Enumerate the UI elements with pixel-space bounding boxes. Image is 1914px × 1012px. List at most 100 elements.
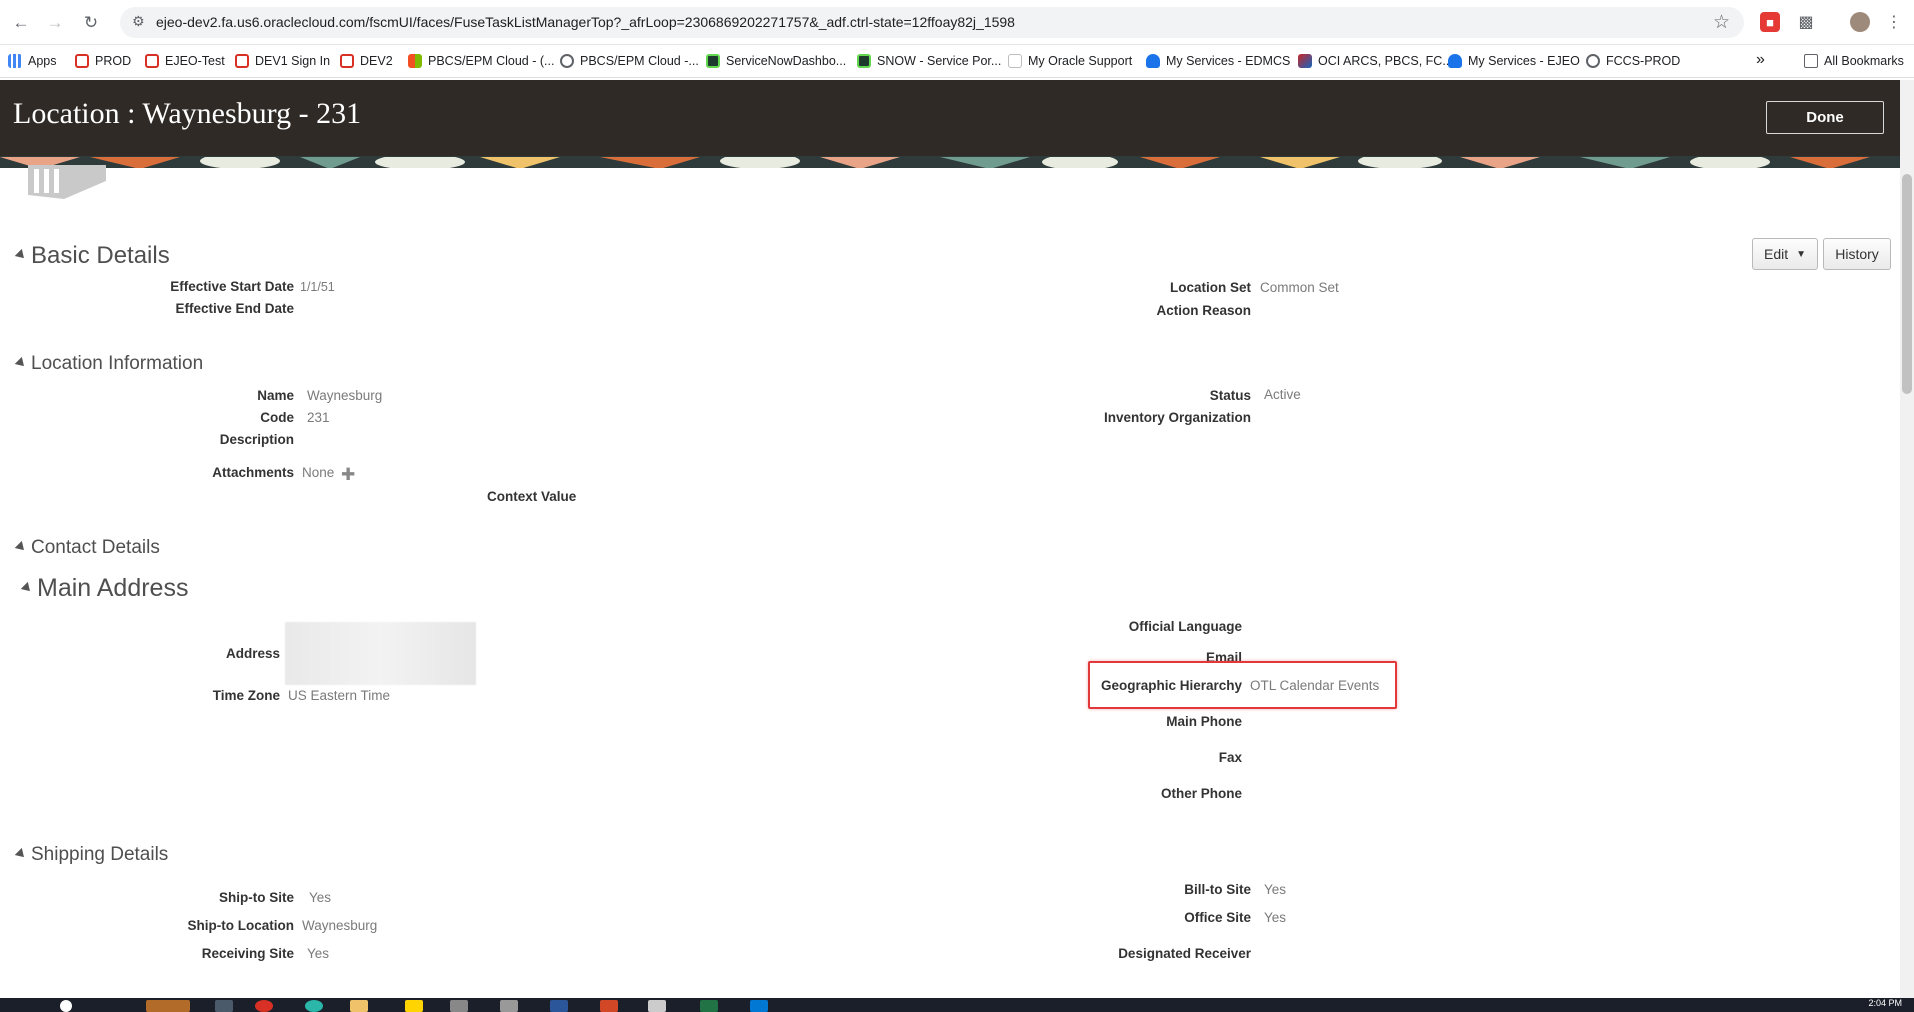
folder-icon[interactable] (350, 1000, 368, 1012)
section-contact-details[interactable]: Contact Details (14, 537, 160, 559)
chrome-icon[interactable] (255, 1000, 273, 1012)
section-main-address[interactable]: Main Address (20, 574, 188, 603)
page-scrollbar[interactable] (1900, 80, 1914, 998)
section-location-information[interactable]: Location Information (14, 353, 203, 375)
apps-grid-icon (8, 54, 22, 68)
collapse-triangle-icon[interactable] (14, 248, 28, 262)
effective-start-date-label: Effective Start Date (170, 279, 294, 294)
collapse-triangle-icon[interactable] (14, 847, 28, 861)
bookmark-label: All Bookmarks (1824, 54, 1904, 68)
bookmark-servicenow-dashboard[interactable]: ServiceNowDashbo... (706, 54, 846, 68)
edit-button[interactable]: Edit ▼ (1752, 238, 1818, 270)
more-bookmarks-chevron[interactable]: » (1756, 51, 1765, 69)
folder-icon (1804, 54, 1818, 68)
extensions-puzzle-icon[interactable]: ▩ (1796, 12, 1816, 32)
address-label: Address (225, 646, 280, 661)
section-basic-details[interactable]: Basic Details (14, 242, 170, 270)
oracle-icon (235, 54, 249, 68)
time-zone-label: Time Zone (212, 688, 280, 703)
ship-to-location-value: Waynesburg (302, 918, 378, 933)
bookmark-oci-arcs[interactable]: OCI ARCS, PBCS, FC... (1298, 54, 1453, 68)
word-icon[interactable] (550, 1000, 568, 1012)
office-site-value: Yes (1264, 910, 1287, 925)
add-attachment-plus-icon[interactable]: ✚ (341, 465, 355, 485)
powerpoint-icon[interactable] (600, 1000, 618, 1012)
url-text[interactable]: ejeo-dev2.fa.us6.oraclecloud.com/fscmUI/… (156, 14, 1015, 30)
page-header: Location : Waynesburg - 231 Done (0, 80, 1900, 156)
taskbar-app-icon[interactable] (215, 1000, 233, 1012)
bill-to-site-value: Yes (1264, 882, 1287, 897)
clock[interactable]: 2:04 PM (1868, 998, 1902, 1008)
section-shipping-details[interactable]: Shipping Details (14, 844, 168, 866)
location-set-value: Common Set (1260, 280, 1339, 295)
bookmark-dev1[interactable]: DEV1 Sign In (235, 54, 330, 68)
history-button[interactable]: History (1823, 238, 1891, 270)
receiving-site-value: Yes (307, 946, 330, 961)
fax-label: Fax (1218, 750, 1242, 765)
receiving-site-label: Receiving Site (201, 946, 294, 961)
geographic-hierarchy-label: Geographic Hierarchy (1100, 678, 1242, 693)
scrollbar-thumb[interactable] (1902, 174, 1912, 394)
cube-icon (1298, 54, 1312, 68)
oracle-icon (340, 54, 354, 68)
bookmark-label: ServiceNowDashbo... (726, 54, 847, 68)
dropdown-caret-icon: ▼ (1796, 248, 1807, 260)
section-heading: Location Information (31, 353, 204, 374)
bookmark-ejeo-test[interactable]: EJEO-Test (145, 54, 225, 68)
forward-icon[interactable]: → (42, 10, 68, 36)
taskbar-app-icon[interactable] (146, 1000, 190, 1012)
code-value: 231 (307, 410, 330, 425)
search-icon[interactable] (60, 1000, 72, 1012)
taskbar-app-icon[interactable] (750, 1000, 768, 1012)
bookmark-apps[interactable]: Apps (8, 54, 57, 68)
collapse-triangle-icon[interactable] (20, 581, 34, 595)
collapse-triangle-icon[interactable] (14, 356, 28, 370)
bookmark-pbcs-2[interactable]: PBCS/EPM Cloud -... (560, 54, 699, 68)
profile-avatar[interactable] (1850, 12, 1870, 32)
ship-to-site-label: Ship-to Site (219, 890, 294, 905)
main-phone-label: Main Phone (1166, 714, 1242, 729)
action-reason-label: Action Reason (1156, 303, 1251, 318)
extension-icon[interactable]: ■ (1760, 12, 1780, 32)
bookmark-label: Apps (28, 54, 57, 68)
attachments-value[interactable]: None (302, 465, 334, 480)
bookmark-edmcs[interactable]: My Services - EDMCS (1146, 54, 1290, 68)
bookmark-star-icon[interactable]: ☆ (1713, 11, 1730, 34)
servicenow-icon (706, 54, 720, 68)
bookmark-fccs-prod[interactable]: FCCS-PROD (1586, 54, 1680, 68)
address-bar[interactable]: ⚙ ejeo-dev2.fa.us6.oraclecloud.com/fscmU… (120, 7, 1744, 38)
bookmark-ejeo[interactable]: My Services - EJEO (1448, 54, 1580, 68)
official-language-label: Official Language (1128, 619, 1242, 634)
back-icon[interactable]: ← (8, 10, 34, 36)
all-bookmarks[interactable]: All Bookmarks (1804, 54, 1904, 68)
bookmark-my-oracle-support[interactable]: My Oracle Support (1008, 54, 1132, 68)
time-zone-value: US Eastern Time (288, 688, 391, 703)
taskbar-app-icon[interactable] (500, 1000, 518, 1012)
taskbar-app-icon[interactable] (305, 1000, 323, 1012)
done-button[interactable]: Done (1766, 101, 1884, 134)
bookmark-label: OCI ARCS, PBCS, FC... (1318, 54, 1453, 68)
location-set-label: Location Set (1169, 280, 1251, 295)
cloud-icon (1448, 54, 1462, 68)
browser-menu-icon[interactable]: ⋮ (1884, 12, 1904, 32)
inventory-organization-label: Inventory Organization (1103, 410, 1251, 425)
bookmark-snow-portal[interactable]: SNOW - Service Por... (857, 54, 1001, 68)
reload-icon[interactable]: ↻ (78, 10, 104, 36)
page-icon (1008, 54, 1022, 68)
globe-icon (1586, 54, 1600, 68)
os-taskbar: 2:04 PM (0, 998, 1914, 1012)
collapse-triangle-icon[interactable] (14, 540, 28, 554)
name-label: Name (257, 388, 294, 403)
site-info-icon[interactable]: ⚙ (132, 13, 145, 30)
taskbar-app-icon[interactable] (405, 1000, 423, 1012)
edit-label: Edit (1763, 246, 1789, 262)
bookmark-prod[interactable]: PROD (75, 54, 131, 68)
section-heading: Basic Details (31, 242, 170, 269)
taskbar-app-icon[interactable] (450, 1000, 468, 1012)
location-building-icon (24, 165, 110, 201)
excel-icon[interactable] (700, 1000, 718, 1012)
bookmarks-bar: Apps PROD EJEO-Test DEV1 Sign In DEV2 PB… (0, 46, 1914, 78)
bookmark-dev2[interactable]: DEV2 (340, 54, 393, 68)
taskbar-app-icon[interactable] (648, 1000, 666, 1012)
bookmark-pbcs-1[interactable]: PBCS/EPM Cloud - (... (408, 54, 554, 68)
